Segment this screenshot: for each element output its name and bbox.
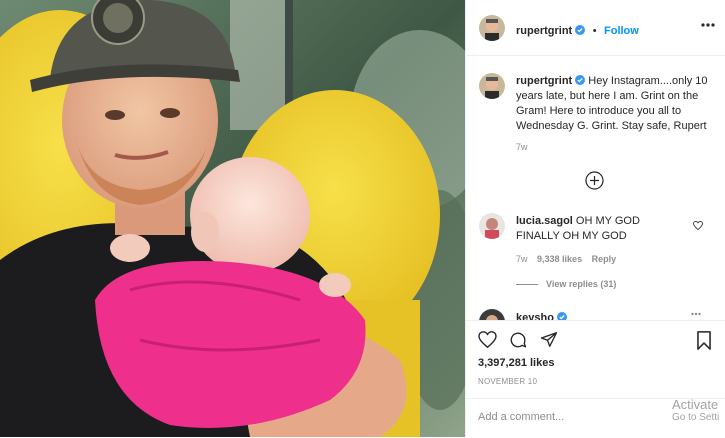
comment-likes[interactable]: 9,338 likes: [537, 254, 582, 264]
verified-badge-icon: [575, 75, 586, 85]
commenter-username[interactable]: keysho: [516, 312, 554, 320]
comment-timestamp[interactable]: 7w: [516, 254, 528, 264]
share-icon[interactable]: [540, 331, 558, 348]
load-more-comments-icon[interactable]: [585, 171, 604, 190]
comment-block: keysho: [516, 311, 567, 320]
caption-block: rupertgrint Hey Instagram....only 10 yea…: [516, 74, 716, 134]
view-replies-button[interactable]: View replies (31): [516, 279, 616, 289]
post-actions: 3,397,281 likes NOVEMBER 10: [466, 320, 725, 386]
watermark-line-1: Activate: [672, 397, 719, 412]
likes-count[interactable]: 3,397,281 likes: [478, 357, 554, 369]
commenter-username[interactable]: lucia.sagol: [516, 215, 573, 227]
replies-divider: [516, 284, 538, 286]
more-options-icon[interactable]: [701, 22, 715, 28]
comment-like-heart-icon[interactable]: [693, 221, 703, 230]
reply-button[interactable]: Reply: [592, 254, 617, 264]
verified-badge-icon: [575, 25, 586, 35]
commenter-avatar[interactable]: [479, 213, 505, 239]
author-avatar[interactable]: [479, 15, 505, 41]
post-photo[interactable]: [0, 0, 465, 437]
bookmark-icon[interactable]: [696, 331, 712, 350]
post-sidebar: rupertgrint • Follow rupertgrint Hey Ins…: [465, 0, 725, 437]
post-header: rupertgrint • Follow: [466, 0, 725, 56]
comment-block: lucia.sagol OH MY GOD FINALLY OH MY GOD: [516, 214, 686, 244]
add-comment-input[interactable]: Add a comment...: [478, 411, 564, 423]
author-username[interactable]: rupertgrint: [516, 25, 572, 37]
view-replies-label: View replies (31): [546, 279, 617, 289]
caption-avatar[interactable]: [479, 73, 505, 99]
comment-item-clipped: keysho: [466, 302, 725, 320]
verified-badge-icon: [556, 312, 567, 320]
caption-username[interactable]: rupertgrint: [516, 75, 572, 87]
comment-meta: 7w 9,338 likes Reply: [516, 254, 616, 264]
more-options-icon[interactable]: [691, 312, 701, 316]
caption-timestamp[interactable]: 7w: [516, 142, 528, 152]
photo-illustration: [0, 0, 465, 437]
follow-button[interactable]: Follow: [604, 25, 639, 37]
post-date[interactable]: NOVEMBER 10: [478, 377, 537, 386]
watermark-line-2: Go to Setti: [672, 412, 720, 423]
commenter-avatar[interactable]: [479, 309, 505, 320]
comment-icon[interactable]: [509, 331, 527, 349]
activation-watermark: Activate Go to Setti: [672, 397, 719, 424]
header-separator: •: [592, 25, 597, 37]
heart-icon[interactable]: [478, 331, 497, 348]
